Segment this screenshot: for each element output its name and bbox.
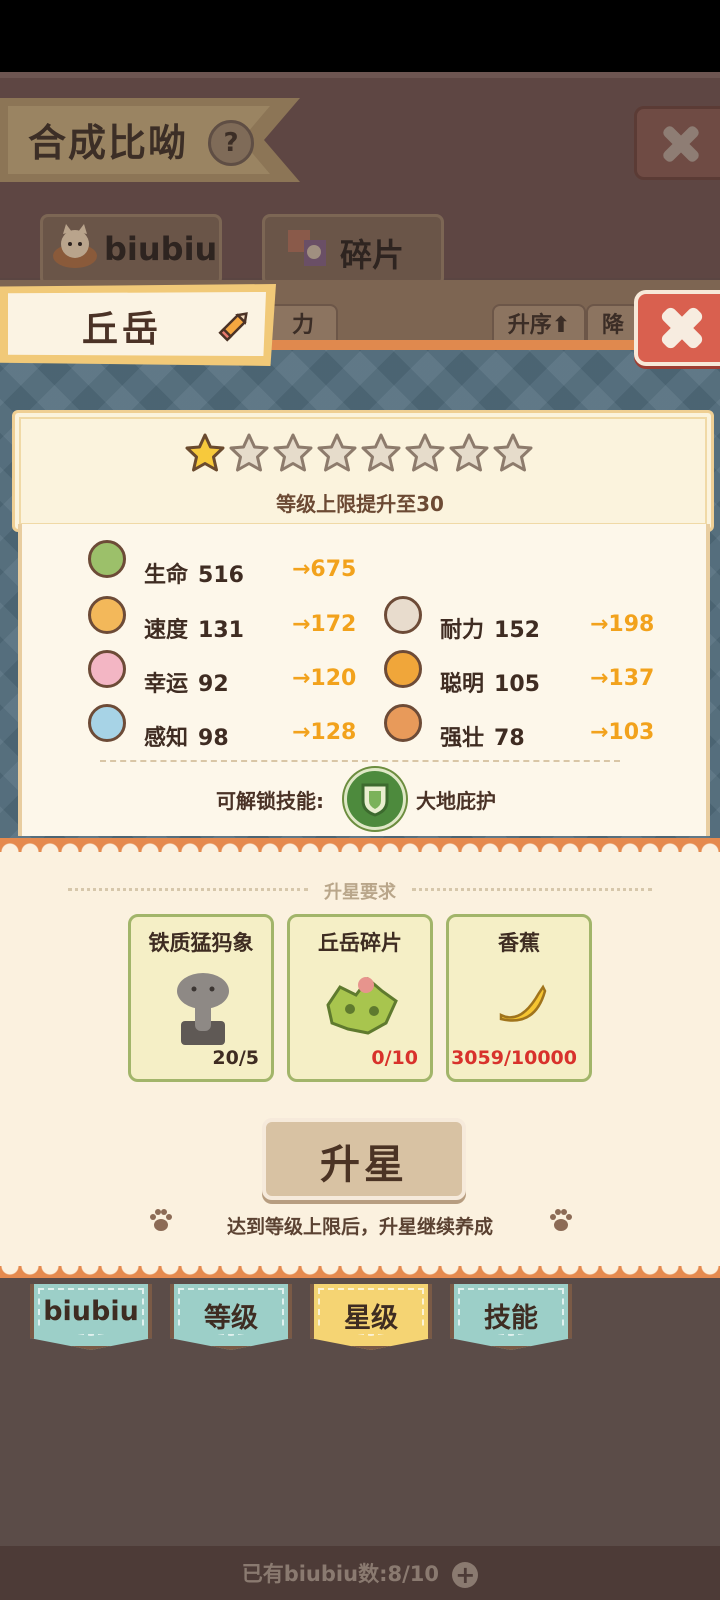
stat-strong-next: →103 [590,720,655,745]
monkey-icon [384,650,422,688]
stat-perception-next: →128 [292,720,357,745]
scallop-border-top [0,838,720,852]
turtle-fragment-icon [320,965,404,1045]
requirement-name: 铁质猛犸象 [148,931,254,955]
shield-skill-icon[interactable] [344,768,406,830]
stat-strong: 强壮 78 [440,720,525,752]
stat-smart-next: →137 [590,666,655,691]
stat-endurance-next: →198 [590,612,655,637]
tab-star-label: 星级 [344,1303,398,1334]
requirement-name: 丘岳碎片 [318,931,402,955]
cat-icon [50,222,100,270]
background-tab-biubiu-label: biubiu [104,230,218,268]
footer-count-text: 已有biubiu数:8/10 [241,1562,439,1586]
star-empty-icon [492,432,534,474]
turtle-icon [88,540,126,578]
stat-endurance-value: 152 [494,618,540,643]
divider [100,760,620,762]
tab-level-label: 等级 [204,1303,258,1334]
skill-name: 大地庇护 [416,789,496,813]
requirements-title: 升星要求 [324,882,396,903]
stat-smart-value: 105 [494,672,540,697]
requirement-count: 20/5 [212,1047,259,1069]
requirement-name: 香蕉 [498,931,540,955]
background-close-button[interactable] [634,106,720,180]
help-icon[interactable]: ? [208,120,254,166]
footer-count: 已有biubiu数:8/10 + [0,1558,720,1588]
level-cap-text: 等级上限提升至30 [276,492,444,516]
stat-luck-next: →120 [292,666,357,691]
stat-perception: 感知 98 [144,720,229,752]
stat-hp-label: 生命 [144,563,189,588]
scallop-border-bottom [0,1266,720,1278]
cheetah-icon [88,596,126,634]
requirement-card-mammoth[interactable]: 铁质猛犸象 20/5 [128,914,274,1082]
arrow-up-icon: ⬆ [551,313,571,338]
background-tab-fragments-label: 碎片 [340,236,405,274]
status-bar [0,0,720,72]
stat-endurance: 耐力 152 [440,612,540,644]
star-empty-icon [272,432,314,474]
requirement-count: 0/10 [371,1047,418,1069]
stat-hp-value: 516 [198,563,244,588]
tab-skill-label: 技能 [484,1303,538,1334]
star-empty-icon [404,432,446,474]
stat-luck-label: 幸运 [144,672,189,697]
paw-icon [546,1206,576,1236]
mammoth-statue-icon [167,967,239,1047]
cow-icon [384,596,422,634]
requirement-card-fragment[interactable]: 丘岳碎片 0/10 [287,914,433,1082]
horse-icon [88,650,126,688]
pet-name: 丘岳 [82,309,163,350]
stat-hp-next: →675 [292,557,357,582]
stat-hp: 生命 516 [144,557,244,589]
bear-icon [384,704,422,742]
stat-perception-value: 98 [198,726,229,751]
stat-speed-next: →172 [292,612,357,637]
banana-icon [495,979,549,1029]
star-empty-icon [316,432,358,474]
background-title: 合成比呦 [28,121,189,165]
add-icon[interactable]: + [452,1562,479,1588]
close-button[interactable] [634,290,720,366]
stat-luck: 幸运 92 [144,666,229,698]
unlock-skill-label: 可解锁技能: [216,789,324,813]
stat-speed: 速度 131 [144,612,244,644]
stat-perception-label: 感知 [144,726,189,751]
fragment-icon [286,226,330,270]
requirement-card-banana[interactable]: 香蕉 3059/10000 [446,914,592,1082]
star-rating [184,432,534,474]
requirement-count: 3059/10000 [451,1047,577,1069]
stat-strong-label: 强壮 [440,726,485,751]
stat-speed-value: 131 [198,618,244,643]
star-empty-icon [448,432,490,474]
stat-luck-value: 92 [198,672,229,697]
upgrade-star-label: 升星 [320,1142,408,1188]
stat-speed-label: 速度 [144,618,189,643]
stat-smart-label: 聪明 [440,672,485,697]
star-filled-icon [184,432,226,474]
star-empty-icon [360,432,402,474]
eagle-icon [88,704,126,742]
edit-pencil-icon[interactable] [218,308,252,342]
stat-endurance-label: 耐力 [440,618,485,643]
hint-text: 达到等级上限后，升星继续养成 [226,1216,493,1238]
stat-strong-value: 78 [494,726,525,751]
star-empty-icon [228,432,270,474]
stat-smart: 聪明 105 [440,666,540,698]
tab-biubiu-label: biubiu [43,1296,139,1327]
sort-asc-label: 升序 [507,313,552,338]
